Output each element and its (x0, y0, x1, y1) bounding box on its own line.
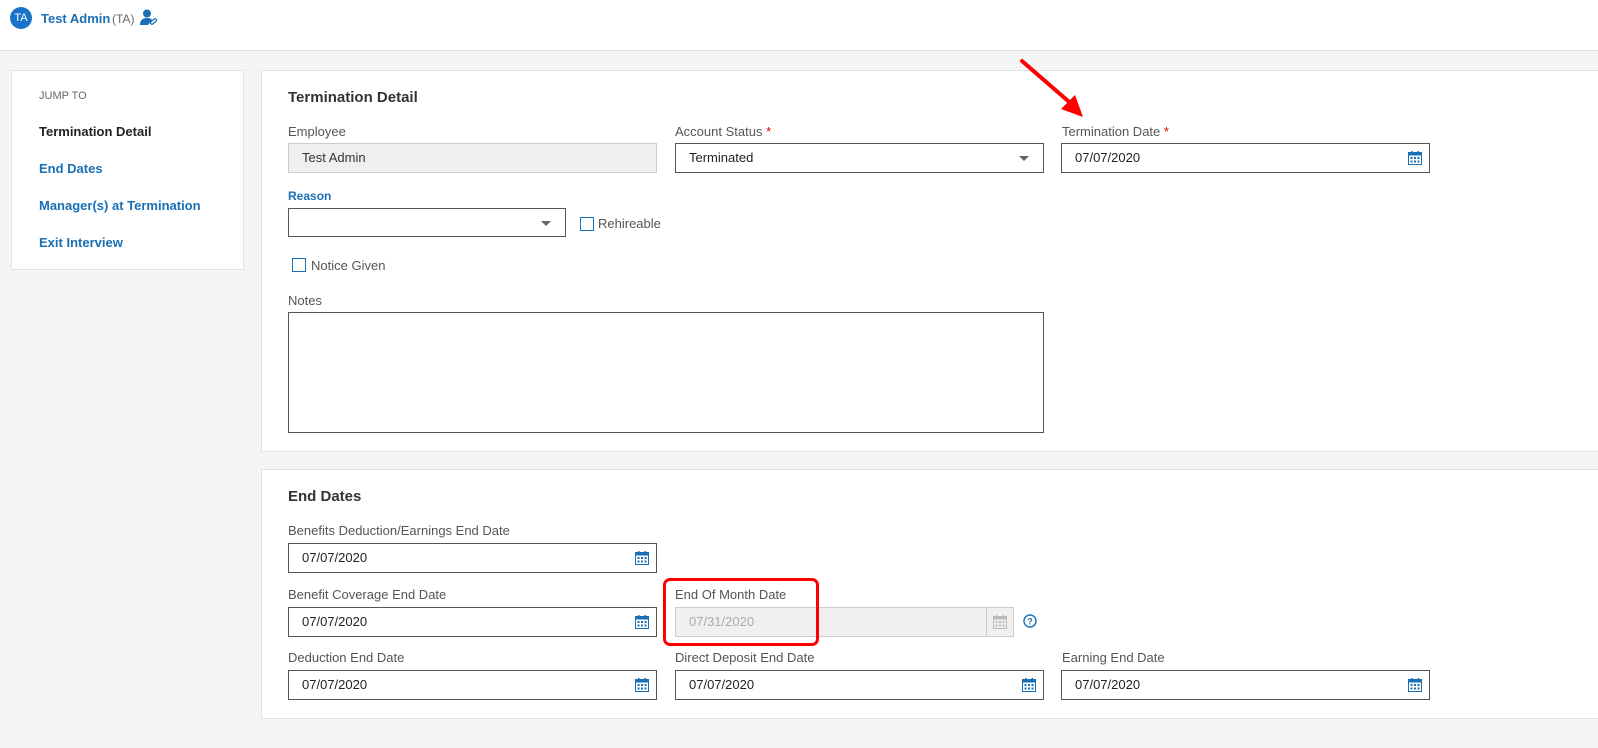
chevron-down-icon (541, 221, 551, 226)
earning-label: Earning End Date (1062, 650, 1165, 665)
benefits-deduction-input[interactable]: 07/07/2020 (288, 543, 657, 573)
required-marker: * (766, 124, 772, 139)
direct-deposit-input[interactable]: 07/07/2020 (675, 670, 1044, 700)
date-value: 07/07/2020 (1075, 677, 1141, 692)
calendar-button (986, 608, 1013, 636)
rehireable-checkbox[interactable] (580, 217, 594, 231)
jump-to-sidebar: JUMP TO Termination Detail End Dates Man… (11, 70, 244, 270)
sidebar-item-termination-detail[interactable]: Termination Detail (39, 124, 151, 139)
earning-input[interactable]: 07/07/2020 (1061, 670, 1430, 700)
sidebar-item-managers[interactable]: Manager(s) at Termination (39, 198, 201, 213)
required-marker: * (1163, 124, 1169, 139)
notice-given-label: Notice Given (311, 258, 386, 273)
help-icon[interactable]: ? (1023, 614, 1037, 628)
calendar-icon[interactable] (1022, 678, 1036, 692)
calendar-icon[interactable] (1408, 678, 1422, 692)
deduction-input[interactable]: 07/07/2020 (288, 670, 657, 700)
label-text: Account Status (675, 124, 763, 139)
avatar: TA (10, 7, 32, 29)
date-value: 07/07/2020 (302, 677, 368, 692)
benefit-coverage-label: Benefit Coverage End Date (288, 587, 447, 602)
date-value: 07/07/2020 (302, 550, 368, 565)
calendar-icon[interactable] (635, 551, 649, 565)
annotation-highlight-box (663, 578, 819, 646)
calendar-icon[interactable] (635, 678, 649, 692)
notice-given-checkbox[interactable] (292, 258, 306, 272)
date-value: 07/07/2020 (1075, 150, 1141, 165)
user-abbr: (TA) (112, 12, 135, 26)
account-status-select[interactable]: Terminated (675, 143, 1044, 173)
header: TA Test Admin (TA) (0, 0, 1598, 51)
reason-select[interactable] (288, 208, 566, 237)
deduction-label: Deduction End Date (288, 650, 405, 665)
section-title: Termination Detail (288, 89, 418, 106)
section-title: End Dates (288, 488, 362, 505)
employee-field: Test Admin (288, 143, 657, 173)
notes-textarea[interactable] (288, 312, 1044, 433)
reason-label: Reason (288, 189, 332, 203)
benefits-deduction-label: Benefits Deduction/Earnings End Date (288, 523, 510, 538)
svg-text:?: ? (1027, 617, 1033, 627)
jump-to-title: JUMP TO (39, 90, 87, 102)
annotation-arrow-icon (1020, 59, 1083, 117)
chevron-down-icon (1019, 156, 1029, 161)
account-status-label: Account Status * (675, 124, 771, 139)
date-value: 07/07/2020 (302, 614, 368, 629)
employee-label: Employee (288, 124, 346, 139)
calendar-icon[interactable] (1408, 151, 1422, 165)
calendar-icon (993, 615, 1007, 629)
calendar-icon[interactable] (635, 615, 649, 629)
termination-date-label: Termination Date * (1062, 124, 1169, 139)
sidebar-item-exit-interview[interactable]: Exit Interview (39, 235, 123, 250)
selected-value: Terminated (689, 150, 754, 165)
user-link-icon[interactable] (140, 9, 158, 26)
notes-label: Notes (288, 293, 322, 308)
direct-deposit-label: Direct Deposit End Date (675, 650, 815, 665)
sidebar-item-end-dates[interactable]: End Dates (39, 161, 103, 176)
termination-date-input[interactable]: 07/07/2020 (1061, 143, 1430, 173)
benefit-coverage-input[interactable]: 07/07/2020 (288, 607, 657, 637)
date-value: 07/07/2020 (689, 677, 755, 692)
label-text: Termination Date (1062, 124, 1161, 139)
user-name-link[interactable]: Test Admin (41, 11, 110, 26)
rehireable-label: Rehireable (598, 216, 661, 231)
